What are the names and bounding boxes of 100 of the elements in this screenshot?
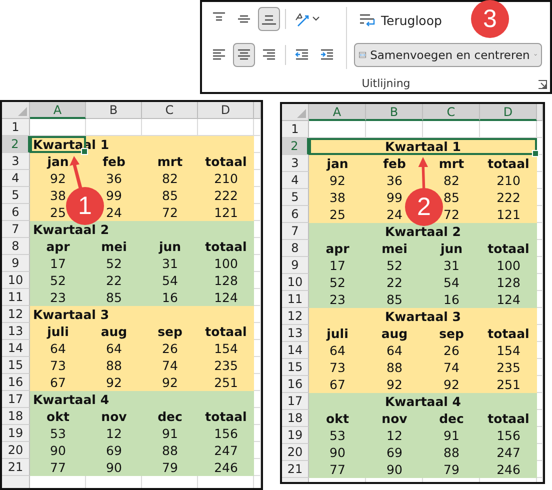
row-header[interactable]: 13 [282,325,309,342]
table-cell: 246 [480,461,537,478]
row-header[interactable]: 2 [2,136,30,153]
table-cell: 16 [142,289,198,306]
wrap-text-button[interactable]: Terugloop [354,7,446,33]
row-header[interactable]: 4 [282,172,309,189]
row-header[interactable]: 3 [282,155,309,172]
row-header[interactable]: 17 [282,393,309,410]
row-header[interactable]: 14 [282,342,309,359]
table-cell: 100 [198,255,254,272]
month-header-cell: totaal [198,238,254,255]
table-cell: 222 [198,187,254,204]
month-header-cell: sep [423,325,480,342]
row-header[interactable]: 7 [282,223,309,240]
month-header-cell: totaal [198,323,254,340]
pointer-arrow [418,157,428,190]
row-header[interactable]: 7 [2,221,30,238]
row-header[interactable]: 18 [282,410,309,427]
row-header[interactable]: 6 [2,204,30,221]
row-header[interactable]: 5 [282,189,309,206]
month-header-cell: mrt [423,155,480,172]
column-header[interactable]: B [86,102,142,119]
row-header[interactable]: 16 [282,376,309,393]
quarter-title: Kwartaal 2 [309,223,537,240]
orientation-icon [294,11,310,27]
align-bottom-button[interactable] [258,7,280,31]
table-cell: 73 [30,357,86,374]
table-cell: 38 [309,189,366,206]
row-header[interactable]: 4 [2,170,30,187]
column-header[interactable]: C [142,102,198,119]
column-header[interactable]: A [309,104,366,121]
month-header-cell: jun [423,240,480,257]
month-header-cell: totaal [480,325,537,342]
row-header[interactable]: 15 [282,359,309,376]
table-cell: 251 [480,376,537,393]
row-header[interactable]: 20 [282,444,309,461]
row-header[interactable]: 2 [282,138,309,155]
table-cell: 64 [366,342,423,359]
row-header[interactable]: 19 [282,427,309,444]
month-header-cell: aug [366,325,423,342]
row-header[interactable]: 5 [2,187,30,204]
caret-icon [312,16,320,22]
month-header-cell: apr [309,240,366,257]
row-header[interactable]: 1 [282,121,309,138]
table-cell: 210 [480,172,537,189]
row-header[interactable]: 9 [282,257,309,274]
table-cell: 74 [423,359,480,376]
dialog-launcher-icon[interactable] [538,80,547,89]
table-cell: 79 [423,461,480,478]
align-center-button[interactable] [233,43,255,67]
row-header[interactable]: 12 [282,308,309,325]
table-cell: 88 [86,357,142,374]
month-header-cell: jun [142,238,198,255]
month-header-cell: feb [366,155,423,172]
column-header[interactable]: A [30,102,86,119]
table-cell: 251 [198,374,254,391]
row-header[interactable]: 14 [2,340,30,357]
row-header[interactable]: 11 [282,291,309,308]
column-header[interactable]: D [480,104,537,121]
table-cell: 36 [366,172,423,189]
row-header[interactable]: 21 [282,461,309,478]
table-cell: 156 [198,425,254,442]
table-cell: 69 [86,442,142,459]
table-cell: 92 [30,170,86,187]
month-header-cell: jan [30,153,86,170]
row-header[interactable]: 10 [2,272,30,289]
month-header-cell: mrt [142,153,198,170]
table-cell: 92 [366,376,423,393]
column-header[interactable]: C [423,104,480,121]
table-cell: 88 [423,444,480,461]
table-cell: 128 [198,272,254,289]
column-header[interactable]: D [198,102,254,119]
row-header[interactable]: 21 [2,459,30,476]
column-header[interactable]: B [366,104,423,121]
row-header[interactable]: 8 [2,238,30,255]
row-header[interactable]: 18 [2,408,30,425]
row-header[interactable]: 1 [2,119,30,136]
row-header[interactable]: 8 [282,240,309,257]
row-header[interactable]: 20 [2,442,30,459]
row-header[interactable]: 3 [2,153,30,170]
quarter-title: Kwartaal 4 [309,393,537,410]
table-cell: 91 [142,425,198,442]
table-cell: 23 [309,291,366,308]
month-header-cell: totaal [480,155,537,172]
row-header[interactable]: 12 [2,306,30,323]
row-header[interactable]: 16 [2,374,30,391]
row-header[interactable]: 6 [282,206,309,223]
row-header[interactable]: 15 [2,357,30,374]
row-header[interactable]: 13 [2,323,30,340]
table-cell: 17 [30,255,86,272]
row-header[interactable]: 9 [2,255,30,272]
merge-center-dropdown[interactable]: Samenvoegen en centreren [354,43,542,67]
row-header[interactable]: 10 [282,274,309,291]
row-header[interactable]: 11 [2,289,30,306]
table-cell: 77 [309,461,366,478]
row-header[interactable]: 17 [2,391,30,408]
month-header-cell: jan [309,155,366,172]
row-header[interactable]: 19 [2,425,30,442]
table-cell: 92 [423,376,480,393]
table-cell: 16 [423,291,480,308]
